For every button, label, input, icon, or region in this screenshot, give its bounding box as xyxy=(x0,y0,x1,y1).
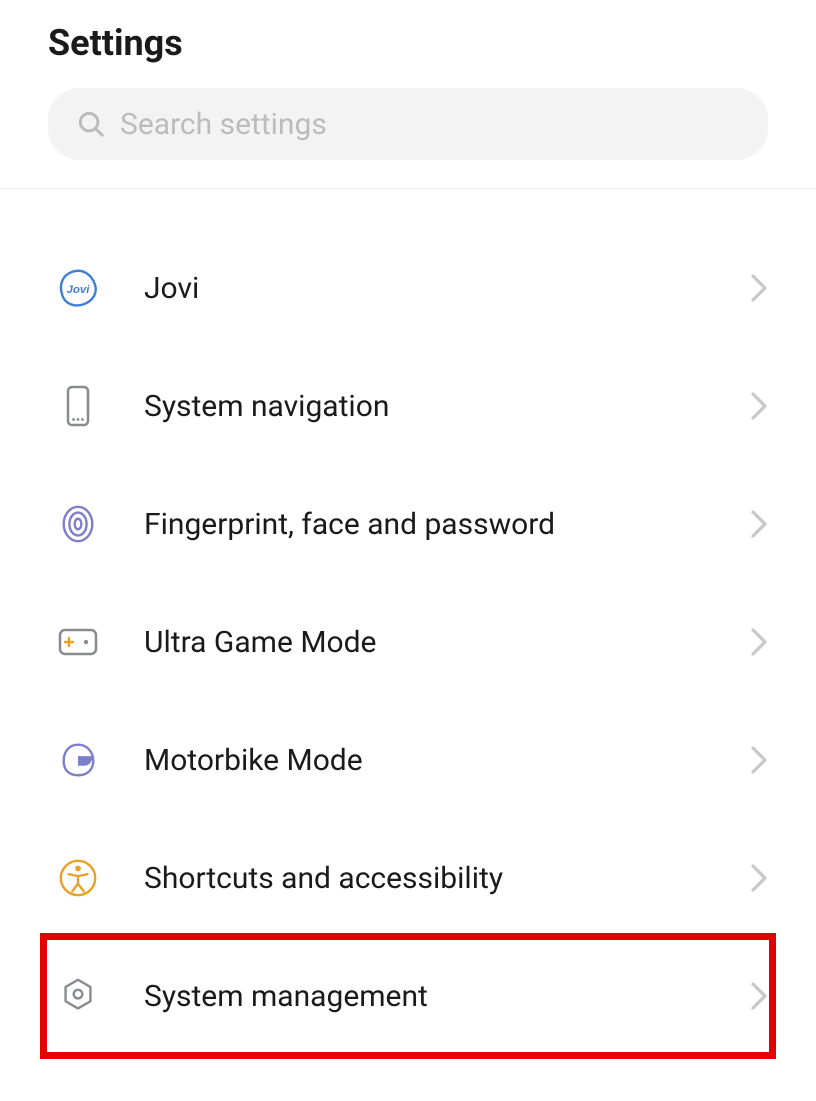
settings-item-system-navigation[interactable]: System navigation xyxy=(0,347,816,465)
settings-item-accessibility[interactable]: Shortcuts and accessibility xyxy=(0,819,816,937)
jovi-icon: Jovi xyxy=(56,266,100,310)
search-input[interactable]: Search settings xyxy=(48,88,768,160)
chevron-right-icon xyxy=(750,627,768,657)
settings-item-label: System management xyxy=(144,979,750,1014)
gamepad-icon xyxy=(56,620,100,664)
settings-item-motorbike-mode[interactable]: Motorbike Mode xyxy=(0,701,816,819)
settings-item-label: Shortcuts and accessibility xyxy=(144,861,750,896)
search-placeholder: Search settings xyxy=(120,107,327,142)
search-icon xyxy=(76,109,106,139)
settings-list: Jovi Jovi System navigation xyxy=(0,189,816,1055)
settings-item-system-management[interactable]: System management xyxy=(0,937,816,1055)
chevron-right-icon xyxy=(750,391,768,421)
settings-item-ultra-game-mode[interactable]: Ultra Game Mode xyxy=(0,583,816,701)
header: Settings xyxy=(0,0,816,88)
settings-item-label: System navigation xyxy=(144,389,750,424)
chevron-right-icon xyxy=(750,509,768,539)
gear-hex-icon xyxy=(56,974,100,1018)
settings-item-label: Ultra Game Mode xyxy=(144,625,750,660)
chevron-right-icon xyxy=(750,863,768,893)
chevron-right-icon xyxy=(750,745,768,775)
phone-icon xyxy=(56,384,100,428)
settings-item-fingerprint[interactable]: Fingerprint, face and password xyxy=(0,465,816,583)
settings-item-jovi[interactable]: Jovi Jovi xyxy=(0,229,816,347)
svg-text:Jovi: Jovi xyxy=(67,284,91,296)
settings-item-label: Motorbike Mode xyxy=(144,743,750,778)
settings-item-label: Jovi xyxy=(144,271,750,306)
settings-item-label: Fingerprint, face and password xyxy=(144,507,750,542)
helmet-icon xyxy=(56,738,100,782)
page-title: Settings xyxy=(48,22,768,64)
accessibility-icon xyxy=(56,856,100,900)
chevron-right-icon xyxy=(750,273,768,303)
search-container: Search settings xyxy=(0,88,816,188)
chevron-right-icon xyxy=(750,981,768,1011)
fingerprint-icon xyxy=(56,502,100,546)
